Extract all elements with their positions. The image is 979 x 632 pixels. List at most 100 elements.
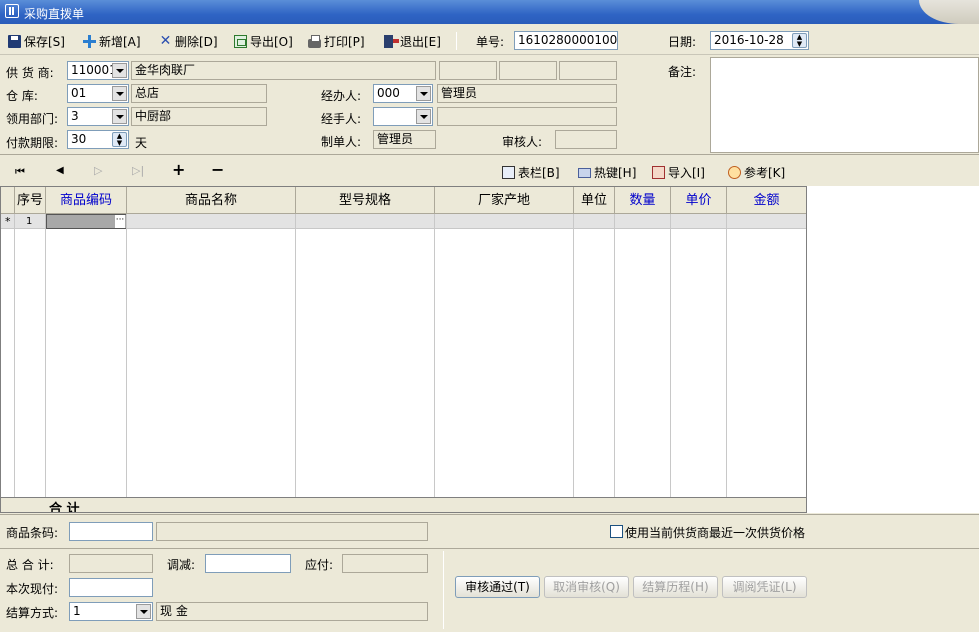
col-header-name[interactable]: 商品名称 [127, 187, 296, 214]
col-header-spec[interactable]: 型号规格 [296, 187, 435, 214]
new-button[interactable]: 新增[A] [83, 33, 141, 49]
toolbar: 保存[S] 新增[A] ✕ 删除[D] 导出[O] 打印[P] 退出[E] 单号… [0, 27, 979, 55]
chevron-down-icon[interactable] [112, 109, 127, 124]
grid-total-row: 合 计 [1, 497, 806, 513]
col-header-seq[interactable]: 序号 [15, 187, 46, 214]
printer-icon [308, 34, 321, 48]
use-last-price-checkbox[interactable] [610, 525, 623, 538]
table-icon [502, 166, 515, 179]
settle-history-button[interactable]: 结算历程(H) [633, 576, 718, 598]
warehouse-label: 仓 库: [6, 89, 38, 103]
grand-total-field [69, 554, 153, 573]
save-button[interactable]: 保存[S] [8, 33, 65, 49]
audit-pass-button[interactable]: 审核通过(T) [455, 576, 540, 598]
hotkey-button[interactable]: 热键[H] [578, 164, 636, 181]
col-header-price[interactable]: 单价 [671, 187, 727, 214]
dept-name-field: 中厨部 [131, 107, 267, 126]
total-label: 合 计 [49, 502, 80, 513]
exit-button[interactable]: 退出[E] [384, 33, 441, 49]
settle-code-select[interactable]: 1 [69, 602, 153, 621]
supplier-extra-field-2 [499, 61, 557, 80]
delete-button[interactable]: ✕ 删除[D] [159, 33, 218, 49]
cash-input[interactable] [69, 578, 153, 597]
settle-code-value: 1 [73, 604, 81, 618]
col-header-unit[interactable]: 单位 [574, 187, 615, 214]
prev-record-icon[interactable]: ◀ [56, 165, 64, 176]
handler-name-field: 管理员 [437, 84, 617, 103]
grid-col [574, 214, 615, 497]
save-icon [8, 34, 21, 48]
keyboard-icon [578, 167, 591, 178]
panel-divider [443, 551, 444, 629]
reference-icon [728, 166, 741, 179]
settlement-panel: 总 合 计: 调减: 应付: 本次现付: 结算方式: 1 现 金 审核通过(T)… [0, 548, 979, 632]
supplier-extra-field-1 [439, 61, 497, 80]
print-button[interactable]: 打印[P] [308, 33, 365, 49]
date-picker[interactable]: 2016-10-28 ▲ ▼ [710, 31, 809, 50]
barcode-panel: 商品条码: 使用当前供货商最近一次供货价格 [0, 514, 979, 548]
date-label: 日期: [668, 35, 697, 49]
date-spin-icon[interactable]: ▲ ▼ [792, 33, 807, 48]
adjust-input[interactable] [205, 554, 291, 573]
col-header-amount[interactable]: 金额 [727, 187, 806, 214]
grid-col [15, 214, 46, 497]
view-voucher-button[interactable]: 调阅凭证(L) [722, 576, 807, 598]
payable-field [342, 554, 428, 573]
maker-label: 制单人: [321, 135, 362, 149]
last-record-icon[interactable]: ▷| [132, 164, 144, 177]
supplier-code-select[interactable]: 110001 [67, 61, 129, 80]
import-button[interactable]: 导入[I] [652, 164, 705, 181]
cash-label: 本次现付: [6, 582, 59, 596]
toolbar-separator [456, 32, 457, 50]
detail-grid[interactable]: 序号 商品编码 商品名称 型号规格 厂家产地 单位 数量 单价 金额 * 1 ·… [0, 186, 807, 513]
col-header-qty[interactable]: 数量 [615, 187, 671, 214]
grid-empty-area [807, 186, 979, 513]
grid-col [615, 214, 671, 497]
chevron-down-icon[interactable] [416, 109, 431, 124]
grid-col [1, 214, 15, 497]
maker-name-field: 管理员 [373, 130, 436, 149]
col-header-origin[interactable]: 厂家产地 [435, 187, 574, 214]
handler-code-select[interactable]: 000 [373, 84, 433, 103]
payable-label: 应付: [305, 558, 334, 572]
term-input[interactable]: 30 ▲ ▼ [67, 130, 129, 149]
remove-row-icon[interactable]: − [211, 160, 224, 179]
dept-code-select[interactable]: 3 [67, 107, 129, 126]
add-row-icon[interactable]: + [172, 160, 185, 179]
grid-col [435, 214, 574, 497]
agent-label: 经手人: [321, 112, 362, 126]
term-value: 30 [71, 132, 87, 146]
grid-col [727, 214, 806, 497]
first-record-icon[interactable]: ⏮ [15, 165, 25, 179]
columns-button[interactable]: 表栏[B] [502, 164, 560, 181]
chevron-down-icon[interactable] [416, 86, 431, 101]
remark-textarea[interactable] [710, 57, 979, 153]
settle-name-field: 现 金 [156, 602, 428, 621]
reference-button[interactable]: 参考[K] [728, 164, 785, 181]
chevron-down-icon[interactable] [112, 86, 127, 101]
auditor-label: 审核人: [502, 135, 543, 149]
remark-label: 备注: [668, 65, 697, 79]
export-button[interactable]: 导出[O] [234, 33, 293, 49]
chevron-down-icon[interactable] [112, 63, 127, 78]
date-value: 2016-10-28 [714, 33, 784, 47]
order-no-field[interactable]: 161028000010001 [514, 31, 618, 50]
col-header-code[interactable]: 商品编码 [46, 187, 127, 214]
export-icon [234, 34, 247, 48]
next-record-icon[interactable]: ▷ [94, 164, 102, 177]
barcode-input[interactable] [69, 522, 153, 541]
warehouse-code-select[interactable]: 01 [67, 84, 129, 103]
cancel-audit-button[interactable]: 取消审核(Q) [544, 576, 629, 598]
grid-col [671, 214, 727, 497]
supplier-extra-field-3 [559, 61, 617, 80]
chevron-down-icon[interactable] [136, 604, 151, 619]
dept-label: 领用部门: [6, 112, 59, 126]
order-no-label: 单号: [476, 35, 505, 49]
barcode-label: 商品条码: [6, 526, 59, 540]
barcode-desc-field [156, 522, 428, 541]
agent-code-select[interactable] [373, 107, 433, 126]
term-spin-icon[interactable]: ▲ ▼ [112, 132, 127, 147]
use-last-price-label: 使用当前供货商最近一次供货价格 [625, 526, 806, 540]
supplier-name-field: 金华肉联厂 [131, 61, 436, 80]
settle-label: 结算方式: [6, 606, 59, 620]
